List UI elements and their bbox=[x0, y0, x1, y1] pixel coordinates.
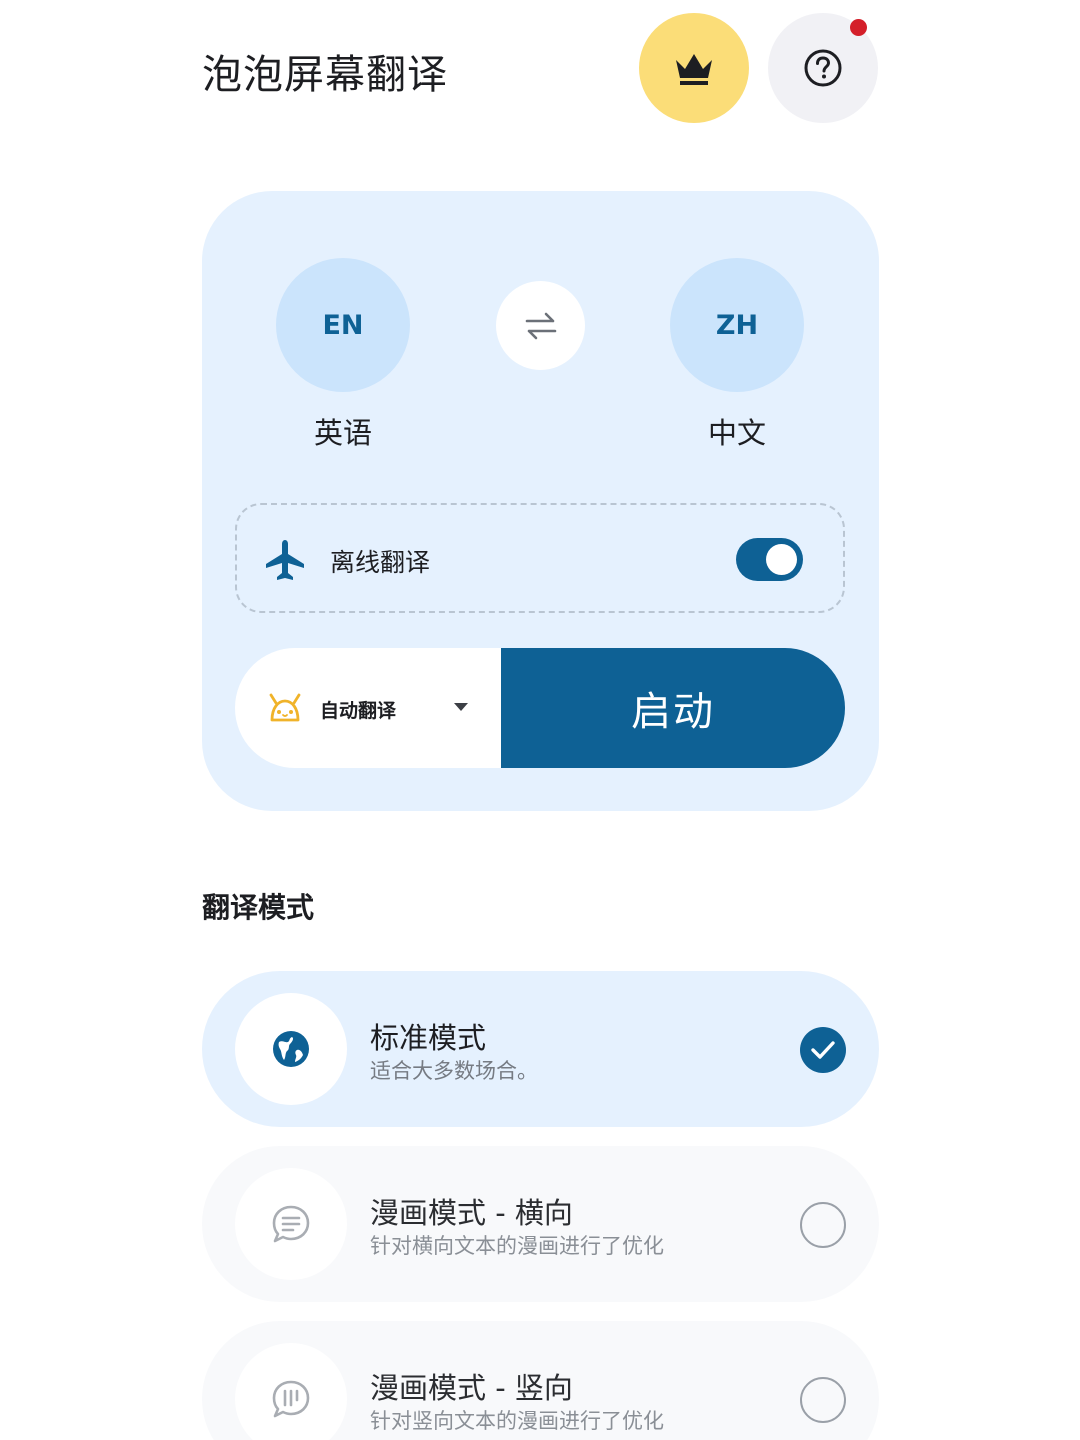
target-language-button[interactable]: ZH bbox=[670, 258, 804, 392]
mode-radio-unselected[interactable] bbox=[800, 1377, 846, 1423]
offline-translation-label: 离线翻译 bbox=[330, 548, 431, 577]
auto-translate-label: 自动翻译 bbox=[320, 700, 397, 722]
offline-translation-toggle[interactable] bbox=[736, 538, 803, 581]
mode-selected-check[interactable] bbox=[800, 1027, 846, 1073]
mode-card-manga-vertical[interactable]: 漫画模式 - 竖向 针对竖向文本的漫画进行了优化 bbox=[202, 1321, 879, 1440]
speech-bubble-lines-icon bbox=[272, 1205, 310, 1243]
help-circle-icon bbox=[804, 49, 842, 87]
start-button[interactable]: 启动 bbox=[501, 648, 845, 768]
translation-mode-heading: 翻译模式 bbox=[202, 891, 315, 924]
mode-description: 适合大多数场合。 bbox=[370, 1059, 538, 1083]
notification-dot bbox=[850, 19, 867, 36]
mode-icon-container bbox=[235, 1168, 347, 1280]
mode-description: 针对竖向文本的漫画进行了优化 bbox=[370, 1409, 664, 1433]
mode-title: 漫画模式 - 竖向 bbox=[370, 1371, 573, 1405]
mode-card-manga-horizontal[interactable]: 漫画模式 - 横向 针对横向文本的漫画进行了优化 bbox=[202, 1146, 879, 1302]
mode-card-standard[interactable]: 标准模式 适合大多数场合。 bbox=[202, 971, 879, 1127]
globe-icon bbox=[273, 1031, 309, 1067]
chevron-down-icon bbox=[454, 703, 468, 711]
swap-languages-button[interactable] bbox=[496, 281, 585, 370]
mode-title: 标准模式 bbox=[370, 1021, 487, 1055]
premium-button[interactable] bbox=[639, 13, 749, 123]
mode-icon-container bbox=[235, 1343, 347, 1440]
target-language-name: 中文 bbox=[707, 416, 766, 450]
crown-icon bbox=[676, 54, 712, 85]
swap-arrows-icon bbox=[525, 312, 556, 339]
target-language-code: ZH bbox=[715, 309, 759, 341]
airplane-icon bbox=[266, 540, 304, 580]
checkmark-icon bbox=[811, 1041, 835, 1059]
android-robot-icon bbox=[269, 693, 301, 722]
mode-radio-unselected[interactable] bbox=[800, 1202, 846, 1248]
speech-bubble-vertical-icon bbox=[272, 1380, 310, 1418]
source-language-button[interactable]: EN bbox=[276, 258, 410, 392]
mode-description: 针对横向文本的漫画进行了优化 bbox=[370, 1234, 664, 1258]
mode-title: 漫画模式 - 横向 bbox=[370, 1196, 573, 1230]
mode-icon-container bbox=[235, 993, 347, 1105]
source-language-name: 英语 bbox=[313, 416, 372, 450]
app-title: 泡泡屏幕翻译 bbox=[202, 52, 448, 98]
toggle-knob bbox=[766, 544, 797, 575]
source-language-code: EN bbox=[322, 309, 364, 341]
